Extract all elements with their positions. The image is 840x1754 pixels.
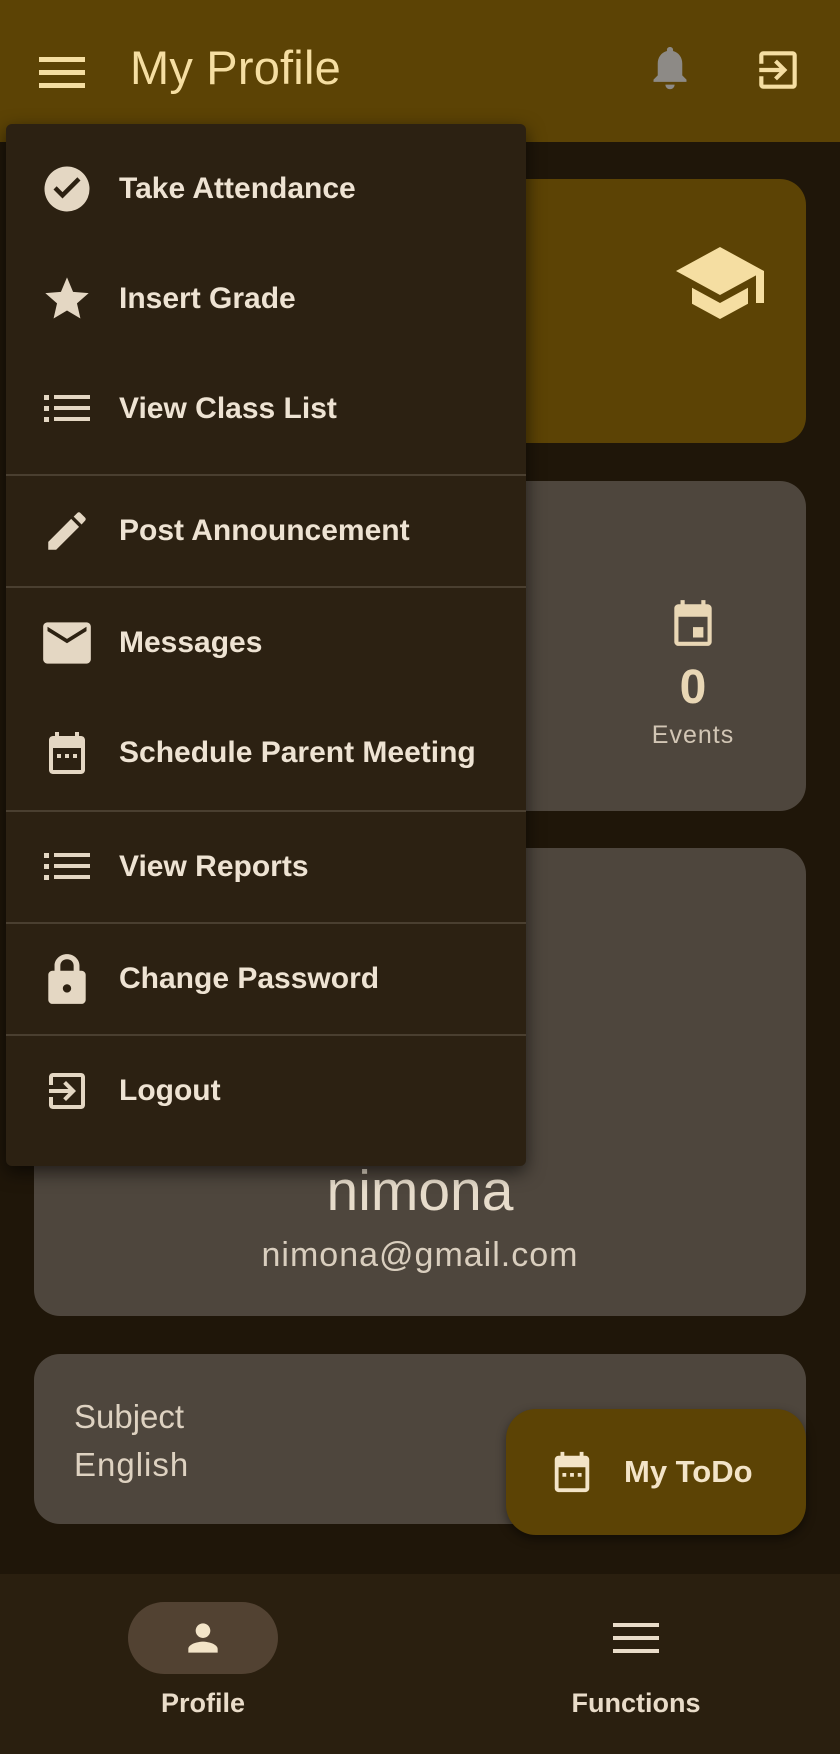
menu-item-view-reports[interactable]: View Reports	[6, 812, 526, 922]
calendar-icon	[608, 596, 778, 650]
exit-icon[interactable]	[748, 40, 808, 100]
menu-item-label: Take Attendance	[119, 172, 356, 205]
nav-profile[interactable]: Profile	[73, 1602, 333, 1719]
menu-item-label: Change Password	[119, 962, 380, 995]
subject-value: English	[74, 1446, 190, 1483]
mail-icon	[36, 612, 98, 674]
bottom-navigation: Profile Functions	[0, 1574, 840, 1754]
events-count: 0	[679, 661, 707, 714]
my-todo-button[interactable]: My ToDo	[506, 1409, 806, 1535]
check-circle-icon	[36, 158, 98, 220]
menu-item-label: Post Announcement	[119, 514, 410, 547]
menu-icon	[561, 1602, 711, 1674]
menu-item-take-attendance[interactable]: Take Attendance	[6, 134, 526, 244]
menu-item-view-class-list[interactable]: View Class List	[6, 354, 526, 464]
menu-item-label: Insert Grade	[119, 282, 296, 315]
nav-functions[interactable]: Functions	[506, 1602, 766, 1719]
functions-menu: Take Attendance Insert Grade View Class …	[6, 124, 526, 1166]
nav-functions-label: Functions	[571, 1688, 701, 1718]
lock-icon	[36, 948, 98, 1010]
events-label: Events	[651, 721, 735, 749]
menu-item-label: Logout	[119, 1074, 221, 1107]
menu-item-label: View Reports	[119, 850, 309, 883]
person-icon	[128, 1602, 278, 1674]
nav-profile-label: Profile	[160, 1688, 246, 1718]
user-name: nimona	[326, 1159, 514, 1223]
bell-icon[interactable]	[640, 38, 700, 102]
events-stat[interactable]: 0 Events	[608, 596, 778, 750]
menu-item-post-announcement[interactable]: Post Announcement	[6, 476, 526, 586]
menu-item-label: View Class List	[119, 392, 337, 425]
menu-item-messages[interactable]: Messages	[6, 588, 526, 698]
exit-icon	[36, 1060, 98, 1122]
calendar-icon	[548, 1448, 596, 1496]
menu-item-label: Schedule Parent Meeting	[119, 736, 476, 769]
menu-item-insert-grade[interactable]: Insert Grade	[6, 244, 526, 354]
graduation-cap-icon	[672, 235, 768, 331]
page-title: My Profile	[130, 41, 341, 94]
top-app-bar: My Profile	[0, 0, 840, 142]
menu-item-logout[interactable]: Logout	[6, 1036, 526, 1146]
menu-icon[interactable]	[34, 44, 90, 100]
subject-label: Subject	[74, 1398, 185, 1435]
menu-item-change-password[interactable]: Change Password	[6, 924, 526, 1034]
list-icon	[36, 378, 98, 440]
menu-item-schedule-parent-meeting[interactable]: Schedule Parent Meeting	[6, 698, 526, 808]
menu-item-label: Messages	[119, 626, 263, 659]
pencil-icon	[36, 500, 98, 562]
calendar-icon	[36, 722, 98, 784]
list-icon	[36, 836, 98, 898]
my-todo-label: My ToDo	[624, 1454, 753, 1489]
star-icon	[36, 268, 98, 330]
user-email: nimona@gmail.com	[261, 1236, 579, 1274]
